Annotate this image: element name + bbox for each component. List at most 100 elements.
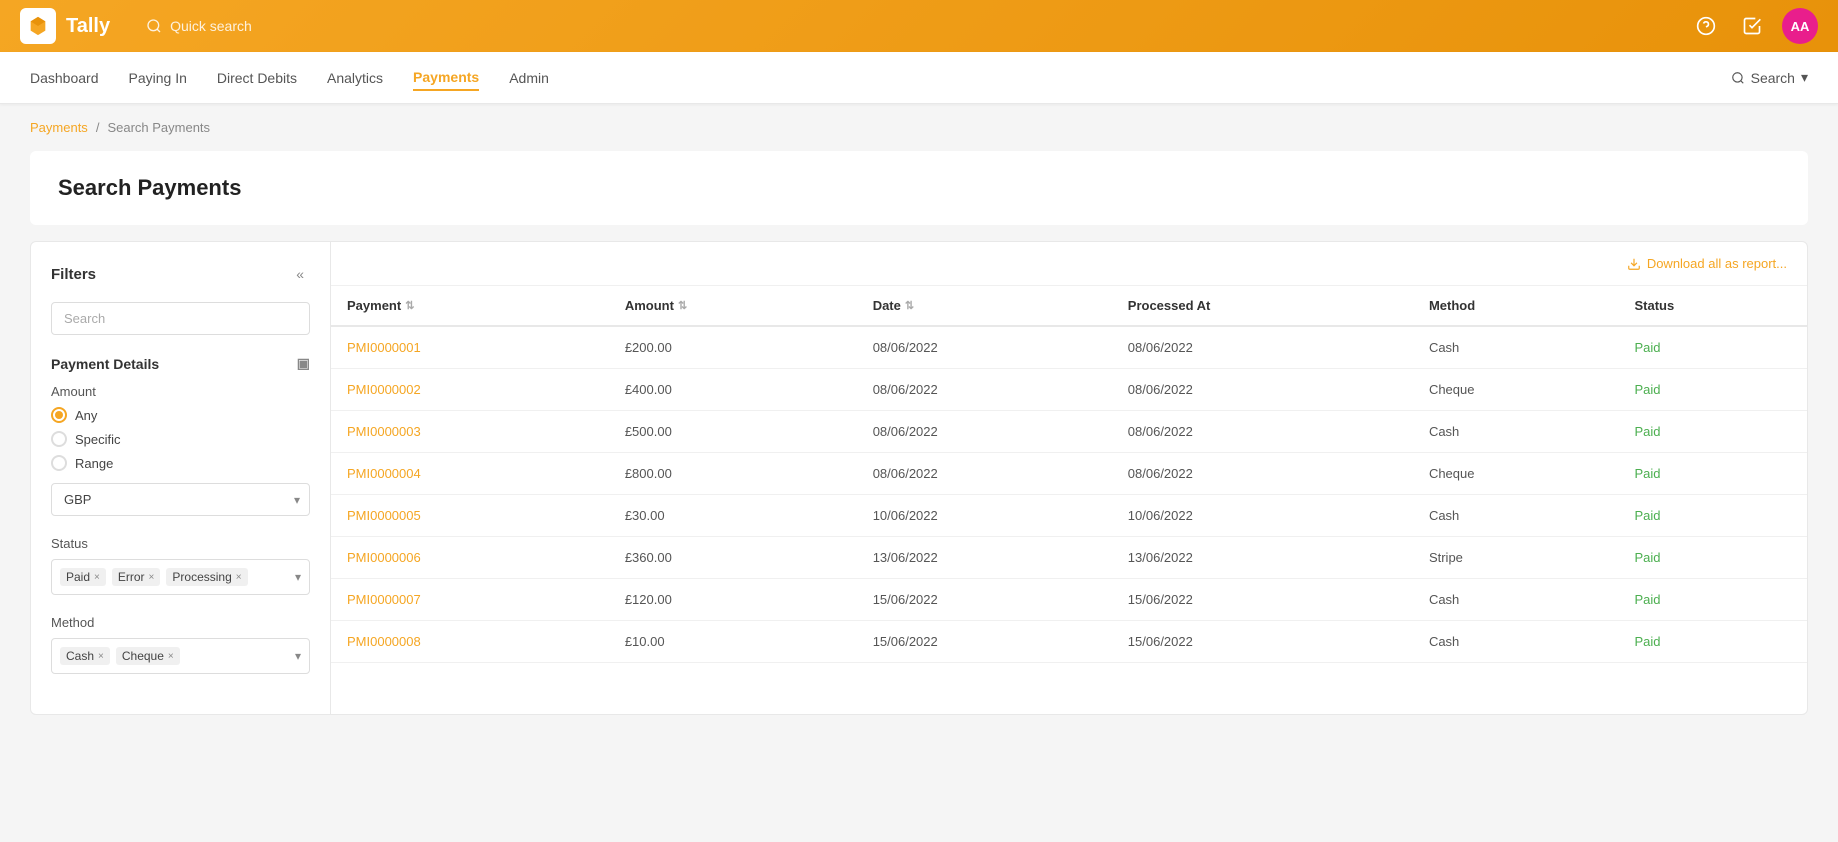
nav-search-icon xyxy=(1731,71,1745,85)
status-badge: Paid xyxy=(1634,466,1660,481)
payment-details-title: Payment Details ▣ xyxy=(51,355,310,372)
cell-date: 08/06/2022 xyxy=(857,326,1112,369)
nav-search[interactable]: Search ▾ xyxy=(1731,69,1808,86)
status-tag-paid: Paid × xyxy=(60,568,106,586)
status-badge: Paid xyxy=(1634,634,1660,649)
status-tag-processing: Processing × xyxy=(166,568,247,586)
main-area: Filters « Payment Details ▣ Amount Any xyxy=(30,241,1808,715)
nav-item-paying-in[interactable]: Paying In xyxy=(129,66,187,90)
amount-option-specific[interactable]: Specific xyxy=(51,431,310,447)
status-tag-error-remove[interactable]: × xyxy=(149,572,155,583)
payment-link[interactable]: PMI0000003 xyxy=(347,424,421,439)
date-sort-icon: ⇅ xyxy=(905,299,914,312)
cell-date: 08/06/2022 xyxy=(857,453,1112,495)
table-row: PMI0000003 £500.00 08/06/2022 08/06/2022… xyxy=(331,411,1807,453)
cell-method: Cheque xyxy=(1413,369,1619,411)
method-tags-arrow: ▾ xyxy=(295,649,301,663)
table-row: PMI0000006 £360.00 13/06/2022 13/06/2022… xyxy=(331,537,1807,579)
cell-payment: PMI0000006 xyxy=(331,537,609,579)
method-tag-cash: Cash × xyxy=(60,647,110,665)
table-row: PMI0000001 £200.00 08/06/2022 08/06/2022… xyxy=(331,326,1807,369)
table-row: PMI0000008 £10.00 15/06/2022 15/06/2022 … xyxy=(331,621,1807,663)
quick-search-area[interactable]: Quick search xyxy=(146,18,252,34)
currency-select[interactable]: GBP USD EUR xyxy=(51,483,310,516)
cell-status: Paid xyxy=(1618,369,1807,411)
amount-option-range[interactable]: Range xyxy=(51,455,310,471)
status-tags-field[interactable]: Paid × Error × Processing × ▾ xyxy=(51,559,310,595)
download-icon xyxy=(1627,257,1641,271)
payment-link[interactable]: PMI0000007 xyxy=(347,592,421,607)
filter-search-input[interactable] xyxy=(51,302,310,335)
nav-item-admin[interactable]: Admin xyxy=(509,66,549,90)
search-icon xyxy=(146,18,162,34)
method-label: Method xyxy=(51,615,310,630)
amount-sort-icon: ⇅ xyxy=(678,299,687,312)
cell-amount: £360.00 xyxy=(609,537,857,579)
radio-specific-indicator xyxy=(51,431,67,447)
payment-link[interactable]: PMI0000005 xyxy=(347,508,421,523)
cell-date: 08/06/2022 xyxy=(857,411,1112,453)
cell-status: Paid xyxy=(1618,495,1807,537)
nav-item-analytics[interactable]: Analytics xyxy=(327,66,383,90)
payment-link[interactable]: PMI0000001 xyxy=(347,340,421,355)
notifications-icon[interactable] xyxy=(1736,10,1768,42)
cell-processed-at: 15/06/2022 xyxy=(1112,621,1413,663)
amount-option-any[interactable]: Any xyxy=(51,407,310,423)
cell-date: 15/06/2022 xyxy=(857,579,1112,621)
cell-date: 15/06/2022 xyxy=(857,621,1112,663)
nav-item-direct-debits[interactable]: Direct Debits xyxy=(217,66,297,90)
payment-link[interactable]: PMI0000006 xyxy=(347,550,421,565)
table-row: PMI0000002 £400.00 08/06/2022 08/06/2022… xyxy=(331,369,1807,411)
table-row: PMI0000005 £30.00 10/06/2022 10/06/2022 … xyxy=(331,495,1807,537)
breadcrumb-parent[interactable]: Payments xyxy=(30,120,88,135)
filters-panel: Filters « Payment Details ▣ Amount Any xyxy=(31,242,331,714)
nav-search-label: Search xyxy=(1751,70,1795,86)
help-icon[interactable] xyxy=(1690,10,1722,42)
method-tags-field[interactable]: Cash × Cheque × ▾ xyxy=(51,638,310,674)
col-amount-sort[interactable]: Amount ⇅ xyxy=(625,298,687,313)
payment-link[interactable]: PMI0000004 xyxy=(347,466,421,481)
col-payment-sort[interactable]: Payment ⇅ xyxy=(347,298,414,313)
nav-item-dashboard[interactable]: Dashboard xyxy=(30,66,99,90)
table-area: Download all as report... Payment ⇅ xyxy=(331,242,1807,714)
cell-payment: PMI0000008 xyxy=(331,621,609,663)
col-amount: Amount ⇅ xyxy=(609,286,857,326)
cell-amount: £800.00 xyxy=(609,453,857,495)
avatar[interactable]: AA xyxy=(1782,8,1818,44)
logo-icon xyxy=(20,8,56,44)
method-tag-cheque-remove[interactable]: × xyxy=(168,651,174,662)
download-report-link[interactable]: Download all as report... xyxy=(1627,256,1787,271)
method-filter-section: Method Cash × Cheque × ▾ xyxy=(51,615,310,674)
cell-amount: £400.00 xyxy=(609,369,857,411)
collapse-button[interactable]: « xyxy=(290,262,310,286)
cell-date: 13/06/2022 xyxy=(857,537,1112,579)
nav-search-dropdown-icon: ▾ xyxy=(1801,69,1808,86)
cell-payment: PMI0000003 xyxy=(331,411,609,453)
cell-method: Cash xyxy=(1413,579,1619,621)
status-tag-error: Error × xyxy=(112,568,161,586)
cell-method: Cash xyxy=(1413,621,1619,663)
cell-amount: £30.00 xyxy=(609,495,857,537)
secondary-navigation: Dashboard Paying In Direct Debits Analyt… xyxy=(0,52,1838,104)
method-tag-cash-remove[interactable]: × xyxy=(98,651,104,662)
breadcrumb: Payments / Search Payments xyxy=(0,104,1838,151)
status-tag-paid-remove[interactable]: × xyxy=(94,572,100,583)
col-date-sort[interactable]: Date ⇅ xyxy=(873,298,914,313)
payment-link[interactable]: PMI0000002 xyxy=(347,382,421,397)
status-tags-arrow: ▾ xyxy=(295,570,301,584)
cell-method: Cheque xyxy=(1413,453,1619,495)
radio-range-indicator xyxy=(51,455,67,471)
cell-payment: PMI0000004 xyxy=(331,453,609,495)
payment-link[interactable]: PMI0000008 xyxy=(347,634,421,649)
top-navigation: Tally Quick search AA xyxy=(0,0,1838,52)
col-status: Status xyxy=(1618,286,1807,326)
payment-sort-icon: ⇅ xyxy=(405,299,414,312)
table-row: PMI0000007 £120.00 15/06/2022 15/06/2022… xyxy=(331,579,1807,621)
status-tag-processing-remove[interactable]: × xyxy=(236,572,242,583)
logo-area[interactable]: Tally xyxy=(20,8,110,44)
table-row: PMI0000004 £800.00 08/06/2022 08/06/2022… xyxy=(331,453,1807,495)
quick-search-label: Quick search xyxy=(170,18,252,34)
cell-status: Paid xyxy=(1618,411,1807,453)
payment-details-icon: ▣ xyxy=(297,355,310,372)
nav-item-payments[interactable]: Payments xyxy=(413,65,479,91)
